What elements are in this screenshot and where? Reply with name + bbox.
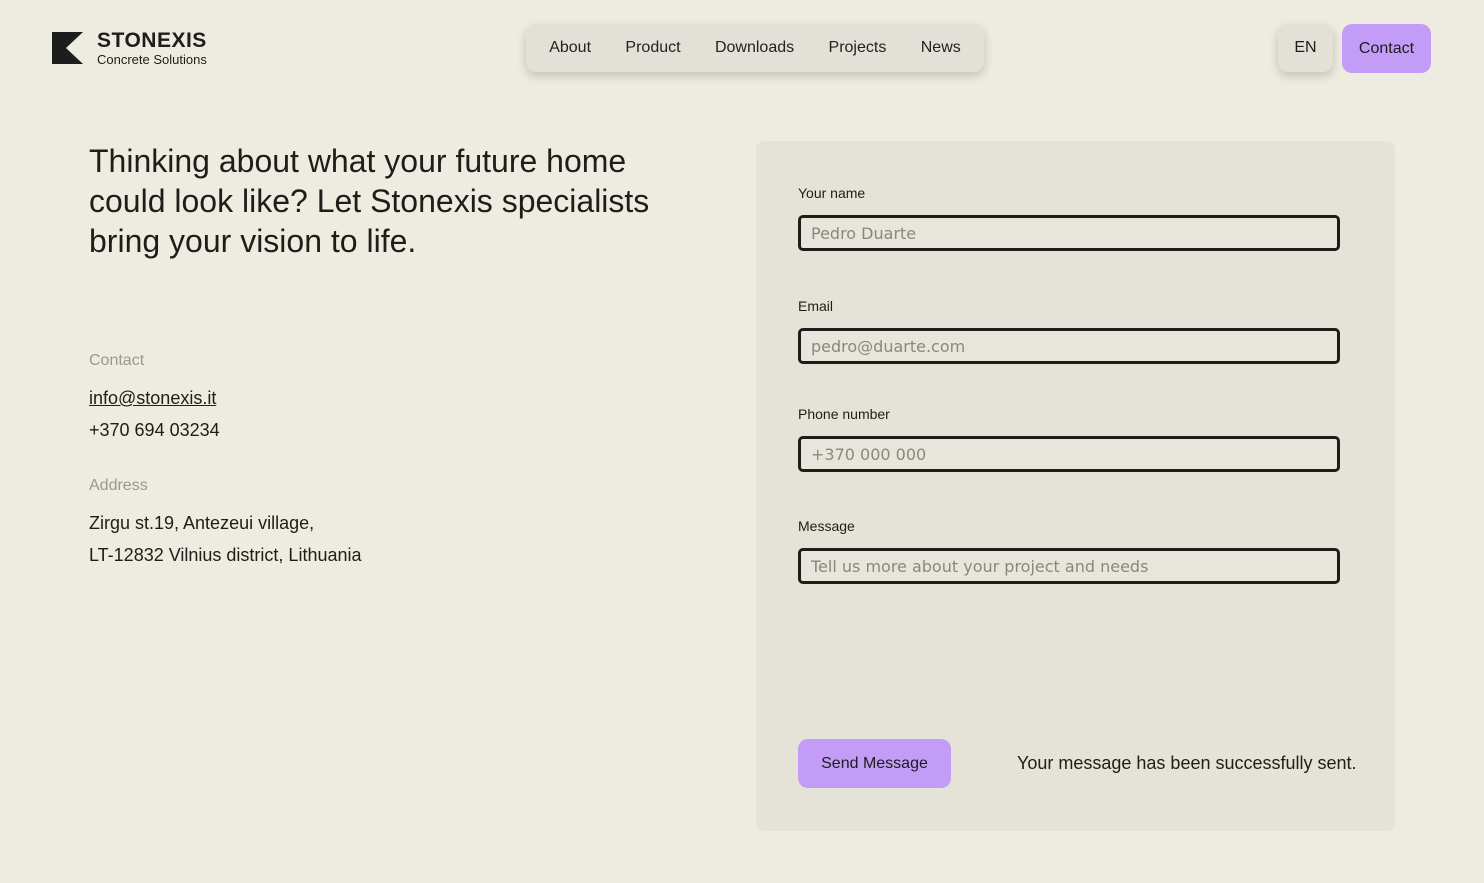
brand-logo[interactable]: STONEXIS Concrete Solutions <box>52 30 227 66</box>
send-message-button[interactable]: Send Message <box>798 739 951 788</box>
nav-downloads[interactable]: Downloads <box>705 33 804 63</box>
brand-tagline: Concrete Solutions <box>97 52 207 67</box>
contact-button[interactable]: Contact <box>1342 24 1431 73</box>
message-field[interactable] <box>798 548 1340 584</box>
contact-label: Contact <box>89 352 145 369</box>
brand-name: STONEXIS <box>97 29 207 52</box>
address-label: Address <box>89 477 148 494</box>
contact-email-link[interactable]: info@stonexis.it <box>89 388 216 409</box>
stonexis-logo-icon <box>52 32 83 64</box>
nav-about[interactable]: About <box>539 33 601 63</box>
brand-text: STONEXIS Concrete Solutions <box>97 30 207 66</box>
address-line-1: Zirgu st.19, Antezeui village, <box>89 513 315 533</box>
contact-form-panel: Your name Email Phone number Message Sen… <box>756 141 1395 831</box>
name-field[interactable] <box>798 215 1340 251</box>
name-field-label: Your name <box>798 185 866 201</box>
nav-news[interactable]: News <box>911 33 971 63</box>
success-message: Your message has been successfully sent. <box>1017 753 1357 773</box>
nav-projects[interactable]: Projects <box>819 33 897 63</box>
phone-field[interactable] <box>798 436 1340 472</box>
hero-headline: Thinking about what your future home cou… <box>89 143 650 259</box>
contact-phone: +370 694 03234 <box>89 420 220 440</box>
main-nav: About Product Downloads Projects News <box>526 24 984 72</box>
phone-field-label: Phone number <box>798 406 890 422</box>
language-button[interactable]: EN <box>1278 24 1333 72</box>
nav-product[interactable]: Product <box>615 33 690 63</box>
email-field-label: Email <box>798 298 834 314</box>
message-field-label: Message <box>798 518 855 534</box>
email-field[interactable] <box>798 328 1340 364</box>
address-line-2: LT-12832 Vilnius district, Lithuania <box>89 545 362 565</box>
